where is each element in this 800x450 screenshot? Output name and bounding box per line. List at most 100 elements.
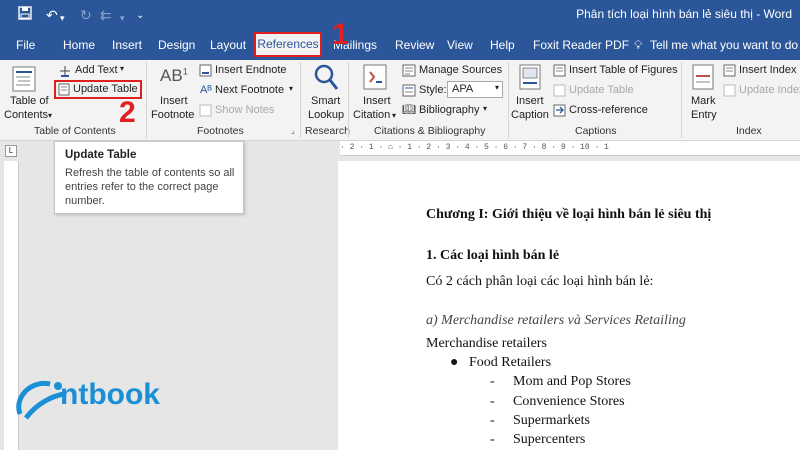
cross-reference-button[interactable]: Cross-reference	[569, 104, 648, 116]
ntbook-logo-text: ntbook	[60, 378, 160, 411]
style-icon	[402, 84, 416, 102]
bibliography-dropdown-icon[interactable]: ▾	[483, 104, 487, 113]
insert-citation-button-line2[interactable]: Citation	[353, 109, 390, 121]
dash-icon: -	[490, 374, 495, 389]
mark-entry-button-line1[interactable]: Mark	[691, 95, 715, 107]
doc-intro: Có 2 cách phân loại các loại hình bán lẻ…	[426, 274, 654, 289]
horizontal-ruler[interactable]: · 2 · 1 · ⌂ · 1 · 2 · 3 · 4 · 5 · 6 · 7 …	[340, 141, 800, 156]
group-label-captions: Captions	[575, 125, 617, 137]
update-index-icon	[723, 84, 736, 102]
group-separator	[681, 62, 682, 138]
tab-insert[interactable]: Insert	[112, 38, 142, 52]
bibliography-button[interactable]: Bibliography	[419, 104, 480, 116]
document-title: Phân tích loại hình bán lẻ siêu thị - Wo…	[576, 7, 792, 21]
redo-icon: ↻	[80, 7, 92, 23]
tab-layout[interactable]: Layout	[210, 38, 246, 52]
table-of-contents-button-line1[interactable]: Table of	[10, 95, 49, 107]
insert-citation-dropdown-icon[interactable]: ▾	[392, 111, 396, 120]
customize-quick-access-icon[interactable]: ⌄	[136, 7, 144, 25]
insert-endnote-button[interactable]: Insert Endnote	[215, 64, 287, 76]
insert-index-button[interactable]: Insert Index	[739, 64, 796, 76]
footnotes-dialog-launcher-icon[interactable]: ⌟	[291, 126, 295, 135]
doc-subitem: Convenience Stores	[513, 394, 625, 409]
insert-table-of-figures-button[interactable]: Insert Table of Figures	[569, 64, 678, 76]
tab-help[interactable]: Help	[490, 38, 515, 52]
show-notes-icon	[199, 104, 212, 122]
group-separator	[146, 62, 147, 138]
group-label-citations-bibliography: Citations & Bibliography	[374, 125, 486, 137]
title-bar: ↶ ▾ ↻ ⇇ ▾ ⌄ Phân tích loại hình bán lẻ s…	[0, 0, 800, 31]
group-separator	[300, 62, 301, 138]
insert-caption-icon	[518, 64, 542, 95]
bibliography-icon: 📖︎	[402, 104, 416, 116]
table-of-contents-dropdown-icon[interactable]: ▾	[48, 111, 52, 120]
style-select-chevron-icon[interactable]: ▾	[495, 83, 499, 92]
format-painter-icon: ⇇	[100, 7, 112, 23]
insert-footnote-button-line1[interactable]: Insert	[160, 95, 188, 107]
insert-caption-button-line2[interactable]: Caption	[511, 109, 549, 121]
add-text-button[interactable]: Add Text	[75, 64, 118, 76]
insert-caption-button-line1[interactable]: Insert	[516, 95, 544, 107]
update-table-tooltip: Update Table Refresh the table of conten…	[54, 141, 244, 214]
smart-lookup-icon	[313, 63, 339, 96]
doc-subitem: Mom and Pop Stores	[513, 374, 631, 389]
smart-lookup-button-line1[interactable]: Smart	[311, 95, 340, 107]
tab-review[interactable]: Review	[395, 38, 434, 52]
group-separator	[348, 62, 349, 138]
step-marker-2: 2	[119, 96, 136, 129]
tooltip-description: Refresh the table of contents so all ent…	[65, 167, 235, 207]
tooltip-title: Update Table	[65, 149, 137, 161]
tell-me-search[interactable]: Tell me what you want to do	[650, 38, 798, 52]
tab-references[interactable]: References	[254, 32, 322, 57]
cross-reference-icon	[553, 104, 566, 122]
next-footnote-button[interactable]: Next Footnote	[215, 84, 284, 96]
dash-icon: -	[490, 432, 495, 447]
tab-home[interactable]: Home	[63, 38, 95, 52]
insert-footnote-button-line2[interactable]: Footnote	[151, 109, 194, 121]
doc-section-a: a) Merchandise retailers và Services Ret…	[426, 313, 686, 328]
doc-heading: Chương I: Giới thiệu về loại hình bán lẻ…	[426, 207, 712, 222]
tab-foxit-reader-pdf[interactable]: Foxit Reader PDF	[533, 38, 629, 52]
show-notes-button: Show Notes	[215, 104, 275, 116]
save-icon[interactable]	[18, 6, 32, 24]
undo-dropdown-icon[interactable]: ▾	[60, 9, 65, 27]
insert-footnote-icon: AB1	[160, 66, 188, 85]
group-label-table-of-contents: Table of Contents	[34, 125, 116, 137]
group-label-index: Index	[736, 125, 762, 137]
tab-selector-icon[interactable]: L	[5, 145, 17, 157]
manage-sources-icon	[402, 64, 416, 82]
update-table-icon	[58, 83, 70, 101]
add-text-dropdown-icon[interactable]: ▾	[120, 64, 124, 73]
update-table-figures-icon	[553, 84, 566, 102]
manage-sources-button[interactable]: Manage Sources	[419, 64, 502, 76]
update-table-button[interactable]: Update Table	[73, 83, 138, 95]
insert-citation-button-line1[interactable]: Insert	[363, 95, 391, 107]
smart-lookup-button-line2[interactable]: Lookup	[308, 109, 344, 121]
mark-entry-button-line2[interactable]: Entry	[691, 109, 717, 121]
insert-table-of-figures-icon	[553, 64, 566, 82]
document-page[interactable]: Chương I: Giới thiệu về loại hình bán lẻ…	[338, 161, 800, 450]
insert-index-icon	[723, 64, 736, 82]
doc-subitem: Supermarkets	[513, 413, 590, 428]
doc-bullet-item: Food Retailers	[469, 355, 552, 370]
footnote-ab-glyph: AB	[160, 66, 183, 85]
redo-dropdown-icon: ▾	[120, 13, 125, 23]
mark-entry-icon	[692, 64, 714, 95]
group-label-research: Research	[305, 125, 350, 137]
update-index-button: Update Index	[739, 84, 800, 96]
tab-view[interactable]: View	[447, 38, 473, 52]
tab-design[interactable]: Design	[158, 38, 195, 52]
tab-file[interactable]: File	[16, 38, 35, 52]
update-table-figures-button: Update Table	[569, 84, 634, 96]
style-select[interactable]: APA ▾	[447, 81, 503, 98]
next-footnote-icon: Aᴮ	[200, 84, 212, 96]
insert-endnote-icon	[199, 64, 212, 82]
next-footnote-dropdown-icon[interactable]: ▾	[289, 84, 293, 93]
table-of-contents-button-line2[interactable]: Contents	[4, 109, 48, 121]
group-separator	[508, 62, 509, 138]
group-label-footnotes: Footnotes	[197, 125, 244, 137]
step-marker-1: 1	[332, 18, 349, 51]
undo-icon[interactable]: ↶	[46, 6, 58, 24]
dash-icon: -	[490, 394, 495, 409]
style-label: Style:	[419, 84, 447, 96]
